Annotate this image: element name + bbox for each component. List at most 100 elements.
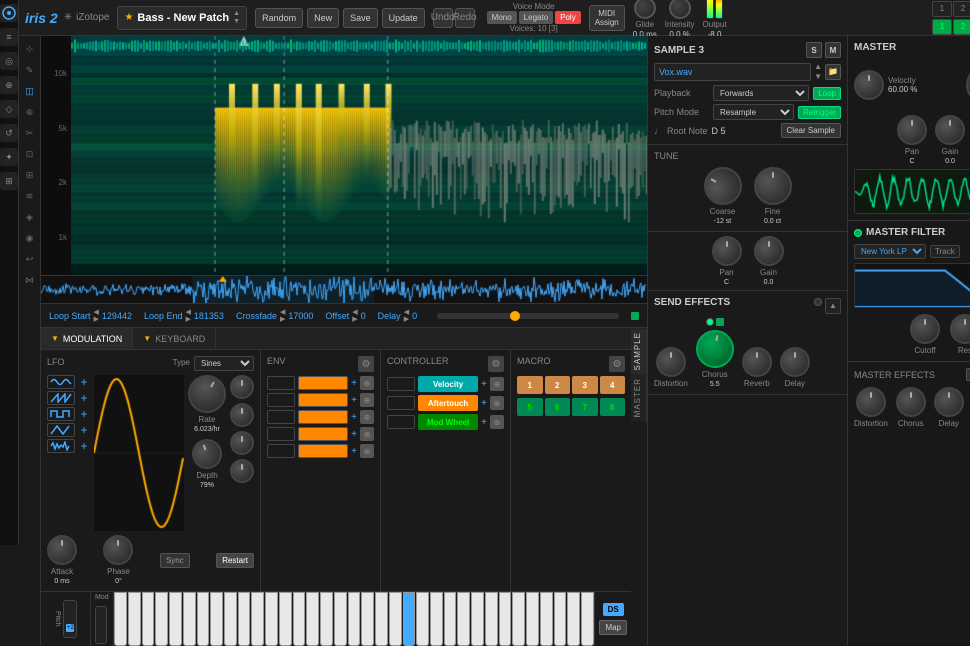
sharpen-icon[interactable]: ◈ [21, 208, 39, 226]
file-down-arrow[interactable]: ▼ [814, 72, 822, 81]
ctrl-crosshair-1[interactable]: ⊕ [490, 377, 504, 391]
midi-assign-button[interactable]: MIDI Assign [589, 5, 625, 31]
chorus-send-knob[interactable] [693, 327, 737, 371]
mod-wheel[interactable] [95, 606, 107, 644]
white-key-14[interactable] [293, 592, 306, 646]
reverb-send-knob[interactable] [742, 347, 772, 377]
filter-led[interactable] [854, 229, 862, 237]
env-bar-2[interactable] [298, 393, 348, 407]
lfo-wave-saw[interactable] [47, 391, 75, 405]
white-key-18[interactable] [348, 592, 361, 646]
white-key-15[interactable] [306, 592, 319, 646]
white-key-31[interactable] [526, 592, 539, 646]
lfo-wave-sine[interactable] [47, 375, 75, 389]
white-key-3[interactable] [142, 592, 155, 646]
loop-start-arrows[interactable]: ◀▶ [94, 309, 99, 323]
patch-up[interactable]: ▲ [233, 10, 240, 17]
waveform-bar[interactable] [41, 276, 647, 304]
white-key-6[interactable] [183, 592, 196, 646]
macro-btn-7[interactable]: 7 [572, 398, 598, 416]
macro-btn-2[interactable]: 2 [545, 376, 571, 394]
retrigger-button[interactable]: Retrigger [798, 106, 841, 119]
glide-knob[interactable] [634, 0, 656, 19]
lfo-knob-6[interactable] [230, 459, 254, 483]
lfo-knob-3[interactable] [230, 375, 254, 399]
map-button[interactable]: Map [599, 620, 627, 635]
env-bar-1[interactable] [298, 376, 348, 390]
master-vert-tab[interactable]: MASTER [631, 374, 647, 421]
white-key-12[interactable] [265, 592, 278, 646]
env-wave-5[interactable] [267, 444, 295, 458]
pitch-mode-select[interactable]: Resample [713, 104, 794, 120]
mfx-delay-knob[interactable] [934, 387, 964, 417]
env-wave-1[interactable] [267, 376, 295, 390]
legato-button[interactable]: Legato [519, 11, 553, 24]
position-slider[interactable] [437, 313, 619, 319]
env-crosshair-3[interactable]: ⊕ [360, 410, 374, 424]
erase-icon[interactable]: ⊡ [21, 145, 39, 163]
white-key-25[interactable] [444, 592, 457, 646]
sample-gain-knob[interactable] [754, 236, 784, 266]
env-crosshair-5[interactable]: ⊕ [360, 444, 374, 458]
lfo-wave-noise[interactable] [47, 439, 75, 453]
ctrl-settings-icon[interactable]: ⚙ [488, 356, 504, 372]
white-key-11[interactable] [251, 592, 264, 646]
loop-active-led[interactable] [631, 312, 639, 320]
vm-1[interactable]: 1 [932, 1, 952, 17]
env-crosshair-2[interactable]: ⊕ [360, 393, 374, 407]
lfo-wave-triangle[interactable] [47, 423, 75, 437]
env-crosshair-4[interactable]: ⊕ [360, 427, 374, 441]
env-wave-4[interactable] [267, 427, 295, 441]
white-key-28[interactable] [485, 592, 498, 646]
macro-btn-8[interactable]: 8 [600, 398, 626, 416]
master-velocity-knob[interactable] [854, 70, 884, 100]
white-key-27[interactable] [471, 592, 484, 646]
ctrl-wave-2[interactable] [387, 396, 415, 410]
undo-button[interactable]: Undo [433, 8, 453, 28]
ctrl-wave-3[interactable] [387, 415, 415, 429]
lfo-add-2[interactable]: + [78, 392, 90, 404]
ctrl-modwheel-bar[interactable]: Mod Wheel [418, 414, 478, 430]
macro-btn-6[interactable]: 6 [545, 398, 571, 416]
offset-arrows[interactable]: ◀▶ [352, 309, 357, 323]
sample-m-btn[interactable]: M [825, 42, 841, 58]
ctrl-plus-2[interactable]: + [481, 398, 487, 409]
env-crosshair-1[interactable]: ⊕ [360, 376, 374, 390]
nav-icon-5[interactable]: ↺ [0, 124, 18, 142]
mfx-distortion-knob[interactable] [856, 387, 886, 417]
distortion-send-knob[interactable] [656, 347, 686, 377]
env-bar-3[interactable] [298, 410, 348, 424]
loop-button[interactable]: Loop [813, 87, 841, 100]
macro-btn-3[interactable]: 3 [572, 376, 598, 394]
white-key-5[interactable] [169, 592, 182, 646]
file-browse-btn[interactable]: 📁 [825, 64, 841, 80]
keyboard-tab[interactable]: ▼ KEYBOARD [133, 328, 216, 349]
white-key-13[interactable] [279, 592, 292, 646]
ctrl-plus-3[interactable]: + [481, 417, 487, 428]
lfo-add-1[interactable]: + [78, 376, 90, 388]
nav-icon-4[interactable]: ◇ [0, 100, 18, 118]
intensity-knob[interactable] [669, 0, 691, 19]
env-wave-3[interactable] [267, 410, 295, 424]
white-key-10[interactable] [238, 592, 251, 646]
select-icon[interactable]: ◫ [21, 82, 39, 100]
vm-b2[interactable]: 2 [953, 19, 970, 35]
nav-icon-3[interactable]: ⊕ [0, 76, 18, 94]
white-key-34[interactable] [567, 592, 580, 646]
white-key-4[interactable] [155, 592, 168, 646]
update-button[interactable]: Update [382, 8, 425, 28]
nav-icon-7[interactable]: ⊞ [0, 172, 18, 190]
filter-type-select[interactable]: New York LP [854, 244, 926, 259]
lfo-attack-knob[interactable] [47, 535, 77, 565]
smear-icon[interactable]: ≋ [21, 187, 39, 205]
white-key-19[interactable] [361, 592, 374, 646]
env-plus-1[interactable]: + [351, 378, 357, 389]
sample-s-btn[interactable]: S [806, 42, 822, 58]
ds-button[interactable]: DS [603, 603, 624, 616]
nav-icon-1[interactable]: ≡ [0, 28, 18, 46]
vm-2[interactable]: 2 [953, 1, 970, 17]
lfo-rate-knob[interactable] [181, 368, 233, 420]
ctrl-plus-1[interactable]: + [481, 379, 487, 390]
new-button[interactable]: New [307, 8, 339, 28]
zoom-icon[interactable]: ⊕ [21, 103, 39, 121]
